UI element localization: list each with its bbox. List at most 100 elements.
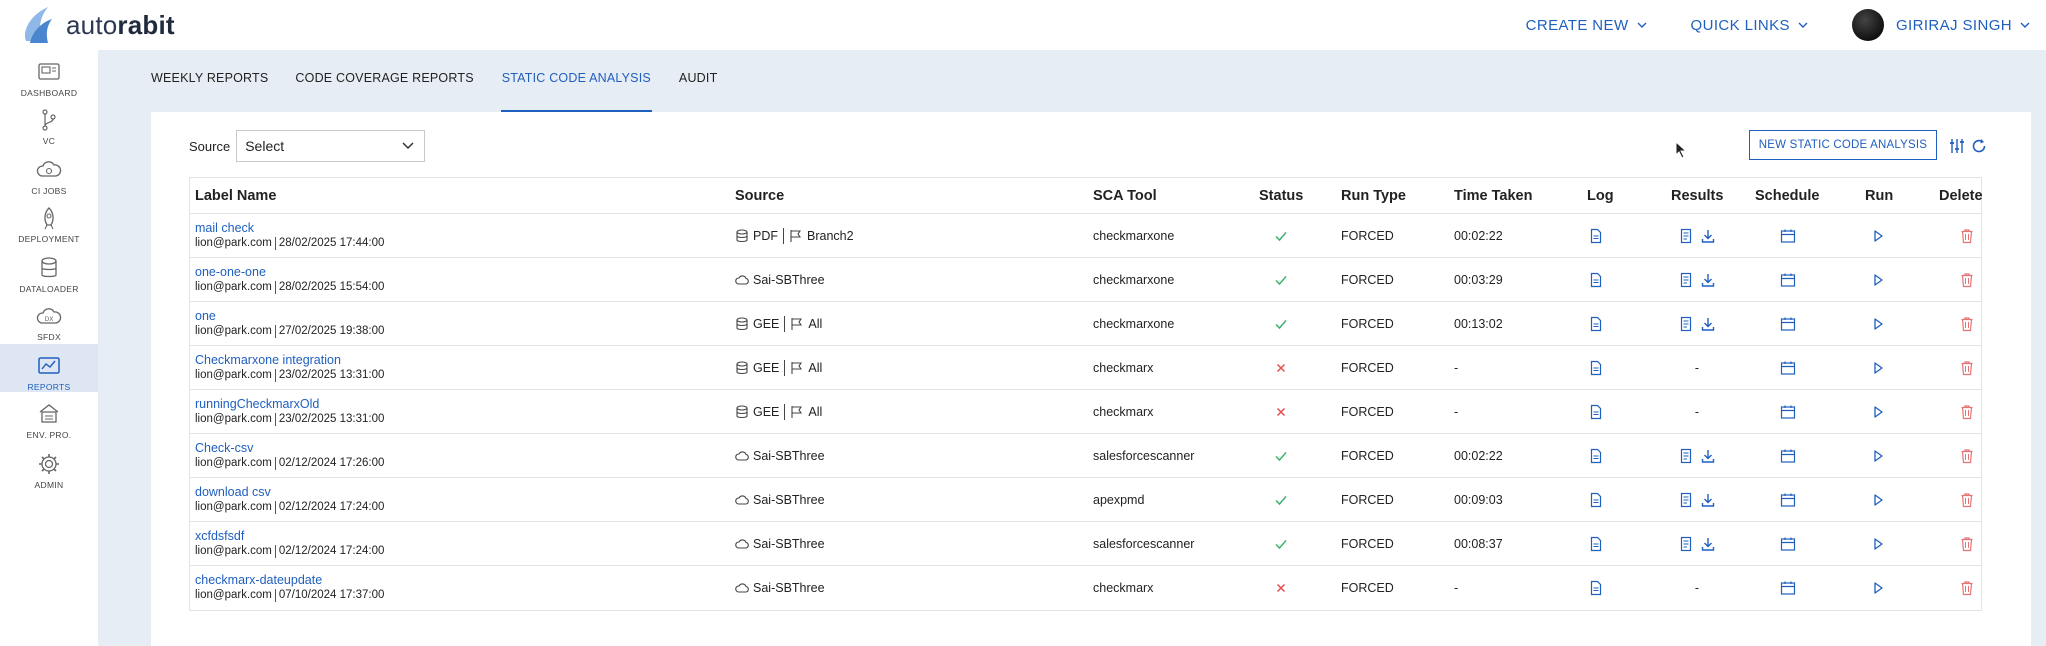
analysis-name-link[interactable]: Checkmarxone integration xyxy=(195,353,341,368)
reports-icon xyxy=(38,357,60,374)
schedule-calendar-icon[interactable] xyxy=(1780,448,1796,464)
table-row[interactable]: xcfdsfsdf lion@park.com 02/12/2024 17:24:0… xyxy=(190,522,1981,566)
schedule-calendar-icon[interactable] xyxy=(1780,228,1796,244)
sidebar-item-reports[interactable]: REPORTS xyxy=(0,344,98,392)
sidebar-item-dashboard[interactable]: DASHBOARD xyxy=(0,50,98,98)
run-play-icon[interactable] xyxy=(1870,492,1886,508)
table-row[interactable]: one-one-one lion@park.com 28/02/2025 15:54… xyxy=(190,258,1981,302)
source-cell: Sai-SBThree xyxy=(735,522,825,566)
schedule-calendar-icon[interactable] xyxy=(1780,580,1796,596)
view-report-icon[interactable] xyxy=(1678,228,1694,244)
table-row[interactable]: mail check lion@park.com 28/02/2025 17:44:… xyxy=(190,214,1981,258)
sidebar-item-sfdx[interactable]: DX SFDX xyxy=(0,294,98,342)
table-row[interactable]: Check-csv lion@park.com 02/12/2024 17:26:0… xyxy=(190,434,1981,478)
download-icon[interactable] xyxy=(1700,492,1716,508)
download-icon[interactable] xyxy=(1700,448,1716,464)
analysis-name-link[interactable]: download csv xyxy=(195,485,271,500)
analysis-name-link[interactable]: one xyxy=(195,309,216,324)
tab-static-code-analysis[interactable]: STATIC CODE ANALYSIS xyxy=(500,62,652,112)
delete-trash-icon[interactable] xyxy=(1959,316,1975,332)
download-icon[interactable] xyxy=(1700,316,1716,332)
view-report-icon[interactable] xyxy=(1678,316,1694,332)
sidebar-item-deployment[interactable]: DEPLOYMENT xyxy=(0,196,98,244)
log-file-icon[interactable] xyxy=(1588,448,1604,464)
schedule-calendar-icon[interactable] xyxy=(1780,360,1796,376)
run-type: FORCED xyxy=(1341,493,1394,507)
delete-trash-icon[interactable] xyxy=(1959,492,1975,508)
schedule-calendar-icon[interactable] xyxy=(1780,272,1796,288)
tab-code-coverage-reports[interactable]: CODE COVERAGE REPORTS xyxy=(295,62,473,112)
create-new-menu[interactable]: CREATE NEW xyxy=(1526,17,1647,34)
analysis-name-link[interactable]: mail check xyxy=(195,221,254,236)
log-file-icon[interactable] xyxy=(1588,228,1604,244)
analysis-name-link[interactable]: checkmarx-dateupdate xyxy=(195,573,322,588)
download-icon[interactable] xyxy=(1700,272,1716,288)
analysis-name-link[interactable]: one-one-one xyxy=(195,265,266,280)
divider xyxy=(274,413,276,426)
delete-trash-icon[interactable] xyxy=(1959,536,1975,552)
table-row[interactable]: one lion@park.com 27/02/2025 19:38:00 GEE Al… xyxy=(190,302,1981,346)
log-file-icon[interactable] xyxy=(1588,360,1604,376)
run-play-icon[interactable] xyxy=(1870,448,1886,464)
analysis-name-link[interactable]: Check-csv xyxy=(195,441,253,456)
delete-trash-icon[interactable] xyxy=(1959,580,1975,596)
tab-audit[interactable]: AUDIT xyxy=(679,62,718,112)
table-row[interactable]: Checkmarxone integration lion@park.com 23/… xyxy=(190,346,1981,390)
sidebar-item-ci-jobs[interactable]: CI JOBS xyxy=(0,148,98,196)
analysis-name-link[interactable]: runningCheckmarxOld xyxy=(195,397,319,412)
log-file-icon[interactable] xyxy=(1588,580,1604,596)
delete-trash-icon[interactable] xyxy=(1959,448,1975,464)
schedule-calendar-icon[interactable] xyxy=(1780,536,1796,552)
filter-settings-icon[interactable] xyxy=(1949,138,1965,154)
sidebar-item-env-pro[interactable]: ENV. PRO. xyxy=(0,392,98,440)
source-select[interactable]: Select xyxy=(236,130,426,162)
label-name-cell: checkmarx-dateupdate lion@park.com 07/10/2… xyxy=(195,566,384,610)
sidebar-item-vc[interactable]: VC xyxy=(0,98,98,146)
run-play-icon[interactable] xyxy=(1870,272,1886,288)
delete-cell xyxy=(1940,302,1994,346)
schedule-calendar-icon[interactable] xyxy=(1780,316,1796,332)
schedule-calendar-icon[interactable] xyxy=(1780,404,1796,420)
run-play-icon[interactable] xyxy=(1870,580,1886,596)
download-icon[interactable] xyxy=(1700,228,1716,244)
refresh-icon[interactable] xyxy=(1971,138,1987,154)
log-file-icon[interactable] xyxy=(1588,316,1604,332)
tab-weekly-reports[interactable]: WEEKLY REPORTS xyxy=(151,62,268,112)
sidebar-item-admin[interactable]: ADMIN xyxy=(0,442,98,490)
view-report-icon[interactable] xyxy=(1678,536,1694,552)
log-file-icon[interactable] xyxy=(1588,272,1604,288)
delete-trash-icon[interactable] xyxy=(1959,360,1975,376)
new-static-code-analysis-button[interactable]: NEW STATIC CODE ANALYSIS xyxy=(1749,130,1937,160)
status-cell xyxy=(1259,566,1303,610)
run-play-icon[interactable] xyxy=(1870,404,1886,420)
column-header-log: Log xyxy=(1587,188,1614,204)
view-report-icon[interactable] xyxy=(1678,492,1694,508)
run-play-icon[interactable] xyxy=(1870,536,1886,552)
log-file-icon[interactable] xyxy=(1588,404,1604,420)
sidebar-item-dataloader[interactable]: DATALOADER xyxy=(0,246,98,294)
table-row[interactable]: runningCheckmarxOld lion@park.com 23/02/20… xyxy=(190,390,1981,434)
analysis-name-link[interactable]: xcfdsfsdf xyxy=(195,529,244,544)
delete-trash-icon[interactable] xyxy=(1959,228,1975,244)
delete-trash-icon[interactable] xyxy=(1959,272,1975,288)
avatar[interactable] xyxy=(1851,9,1884,41)
sfdx-cloud-icon: DX xyxy=(36,308,62,324)
schedule-calendar-icon[interactable] xyxy=(1780,492,1796,508)
quick-links-menu[interactable]: QUICK LINKS xyxy=(1691,17,1808,34)
delete-trash-icon[interactable] xyxy=(1959,404,1975,420)
view-report-icon[interactable] xyxy=(1678,448,1694,464)
success-check-icon xyxy=(1275,452,1287,462)
view-report-icon[interactable] xyxy=(1678,272,1694,288)
user-menu[interactable]: GIRIRAJ SINGH xyxy=(1896,17,2030,34)
run-play-icon[interactable] xyxy=(1870,360,1886,376)
table-row[interactable]: download csv lion@park.com 02/12/2024 17:2… xyxy=(190,478,1981,522)
run-play-icon[interactable] xyxy=(1870,316,1886,332)
log-file-icon[interactable] xyxy=(1588,492,1604,508)
log-file-icon[interactable] xyxy=(1588,536,1604,552)
run-type: FORCED xyxy=(1341,317,1394,331)
analysis-meta: lion@park.com 27/02/2025 19:38:00 xyxy=(195,324,384,339)
run-play-icon[interactable] xyxy=(1870,228,1886,244)
autorabit-logo[interactable]: autorabit xyxy=(18,5,175,45)
table-row[interactable]: checkmarx-dateupdate lion@park.com 07/10/2… xyxy=(190,566,1981,610)
download-icon[interactable] xyxy=(1700,536,1716,552)
